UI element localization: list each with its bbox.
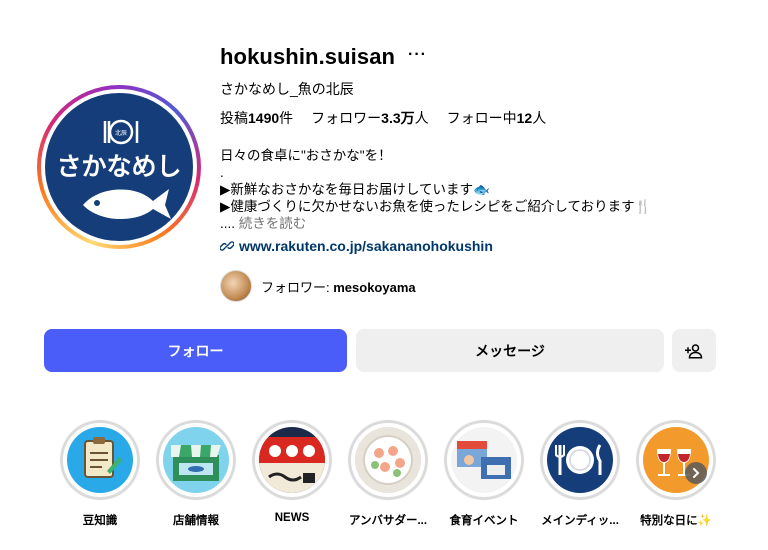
news-banner-image xyxy=(259,427,325,493)
posts-count: 投稿1490件 xyxy=(220,110,294,126)
highlight-ring xyxy=(60,420,140,500)
profile-avatar: 北辰 さかなめし xyxy=(45,93,193,241)
avatar-text: さかなめし xyxy=(56,152,181,181)
plate-cutlery-icon xyxy=(547,427,613,493)
sakanameshi-logo: 北辰 さかなめし xyxy=(56,119,182,220)
bio-line: 日々の食卓に"おさかな"を！ xyxy=(220,148,392,163)
website-url: www.rakuten.co.jp/sakananohokushin xyxy=(239,238,493,254)
profile-username: hokushin.suisan xyxy=(220,44,396,69)
highlight-ring xyxy=(348,420,428,500)
message-button[interactable]: メッセージ xyxy=(356,329,664,372)
highlight-ring xyxy=(540,420,620,500)
highlight-ring xyxy=(444,420,524,500)
highlight-ring xyxy=(252,420,332,500)
followers-count[interactable]: フォロワー3.3万人 xyxy=(311,108,428,128)
highlight-label: アンバサダー... xyxy=(348,515,428,527)
highlight-item[interactable]: NEWS xyxy=(252,420,332,524)
bio-line: .... 続きを読む xyxy=(220,215,680,232)
follower-avatar xyxy=(220,270,252,302)
highlight-label: NEWS xyxy=(274,512,310,524)
highlight-label: メインディッ... xyxy=(541,515,619,527)
more-options-icon[interactable]: ··· xyxy=(408,46,427,64)
highlight-item[interactable]: 店舗情報 xyxy=(156,420,236,528)
follow-button[interactable]: フォロー xyxy=(44,329,347,372)
followed-by[interactable]: フォロワー: mesokoyama xyxy=(220,270,416,302)
food-plate-image xyxy=(355,427,421,493)
highlight-item[interactable]: 食育イベント xyxy=(444,420,524,528)
following-count[interactable]: フォロー中12人 xyxy=(447,108,547,128)
highlight-label: 豆知識 xyxy=(82,515,118,527)
profile-avatar-ring[interactable]: 北辰 さかなめし xyxy=(37,85,201,249)
highlight-label: 食育イベント xyxy=(449,515,519,527)
profile-bio: 日々の食卓に"おさかな"を！ . ▶新鮮なおさかなを毎日お届けしています🐟 ▶健… xyxy=(220,147,680,232)
bio-line: . xyxy=(220,165,224,180)
clipboard-icon xyxy=(67,427,133,493)
event-photo-image xyxy=(451,427,517,493)
svg-text:北辰: 北辰 xyxy=(115,129,127,137)
chevron-right-icon xyxy=(693,468,700,478)
highlight-label: 特別な日に✨ xyxy=(640,515,712,527)
bio-ellipsis: .... xyxy=(220,216,236,231)
highlights-next-button[interactable] xyxy=(685,462,707,484)
highlight-item[interactable]: アンバサダー... xyxy=(348,420,428,528)
highlight-label: 店舗情報 xyxy=(173,515,219,527)
followed-by-text: フォロワー: mesokoyama xyxy=(261,279,416,295)
suggest-users-button[interactable] xyxy=(672,329,716,372)
profile-full-name: さかなめし_魚の北辰 xyxy=(220,81,354,97)
avatar-border: 北辰 さかなめし xyxy=(41,89,197,245)
highlight-item[interactable]: メインディッ... xyxy=(540,420,620,528)
highlight-ring xyxy=(156,420,236,500)
bio-line: ▶健康づくりに欠かせないお魚を使ったレシピをご紹介しております🍴 xyxy=(220,199,652,214)
bio-line: ▶新鮮なおさかなを毎日お届けしています🐟 xyxy=(220,182,490,197)
read-more-link[interactable]: 続きを読む xyxy=(239,216,307,231)
profile-stats: 投稿1490件 フォロワー3.3万人 フォロー中12人 xyxy=(220,108,546,128)
store-icon xyxy=(163,427,229,493)
profile-website-link[interactable]: www.rakuten.co.jp/sakananohokushin xyxy=(220,238,493,254)
highlight-item[interactable]: 豆知識 xyxy=(60,420,140,528)
link-icon xyxy=(220,241,234,251)
highlight-ring xyxy=(636,420,716,500)
person-add-icon xyxy=(685,343,703,358)
